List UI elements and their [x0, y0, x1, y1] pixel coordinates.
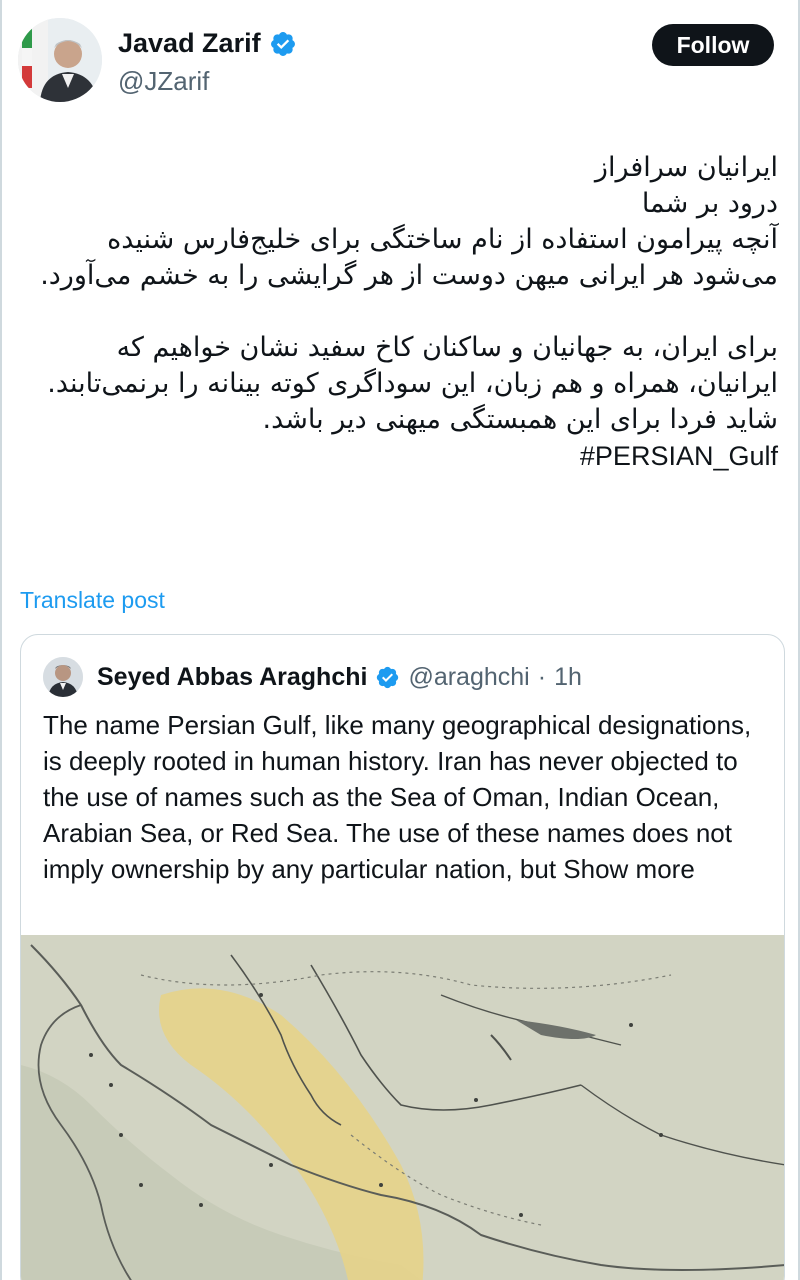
- quoted-timestamp[interactable]: 1h: [554, 663, 582, 692]
- show-more-link[interactable]: Show more: [563, 854, 695, 884]
- tweet-line: می‌شود هر ایرانی میهن دوست از هر گرایشی …: [40, 260, 778, 291]
- tweet-line: آنچه پیرامون استفاده از نام ساختگی برای …: [107, 224, 778, 255]
- quoted-tweet-text: The name Persian Gulf, like many geograp…: [43, 707, 773, 887]
- tweet-line: ایرانیان سرافراز: [594, 152, 778, 183]
- follow-button[interactable]: Follow: [652, 24, 774, 66]
- author-name[interactable]: Javad Zarif: [118, 28, 261, 59]
- tweet-page: Javad Zarif @JZarif Follow ایرانیان سراف…: [0, 0, 800, 1280]
- translate-post-link[interactable]: Translate post: [20, 587, 165, 614]
- quoted-author-name[interactable]: Seyed Abbas Araghchi: [97, 663, 367, 692]
- historical-map-image: [21, 935, 784, 1280]
- separator-dot: ·: [537, 662, 547, 691]
- quoted-tweet-card[interactable]: Seyed Abbas Araghchi @araghchi · 1h The …: [20, 634, 785, 1280]
- verified-badge-icon: [270, 31, 295, 56]
- author-avatar[interactable]: [18, 18, 102, 102]
- tweet-line: برای ایران، به جهانیان و ساکنان کاخ سفید…: [116, 332, 778, 363]
- tweet-header: Javad Zarif @JZarif Follow: [18, 18, 788, 104]
- quoted-media-map[interactable]: [21, 935, 784, 1280]
- quoted-author-handle[interactable]: @araghchi: [408, 663, 529, 692]
- hashtag[interactable]: #PERSIAN_Gulf: [580, 441, 778, 471]
- tweet-text: ایرانیان سرافراز درود بر شما آنچه پیرامو…: [16, 150, 778, 475]
- author-name-row: Javad Zarif: [118, 28, 297, 59]
- tweet-line: شاید فردا برای این همبستگی میهنی دیر باش…: [262, 404, 778, 435]
- quoted-author-avatar[interactable]: [43, 657, 83, 697]
- tweet-line: درود بر شما: [641, 188, 778, 219]
- author-handle[interactable]: @JZarif: [118, 66, 209, 97]
- quoted-tweet-header: Seyed Abbas Araghchi @araghchi · 1h: [43, 657, 582, 697]
- verified-badge-icon: [377, 666, 399, 688]
- tweet-line: ایرانیان، همراه و هم زبان، این سوداگری ک…: [47, 368, 778, 399]
